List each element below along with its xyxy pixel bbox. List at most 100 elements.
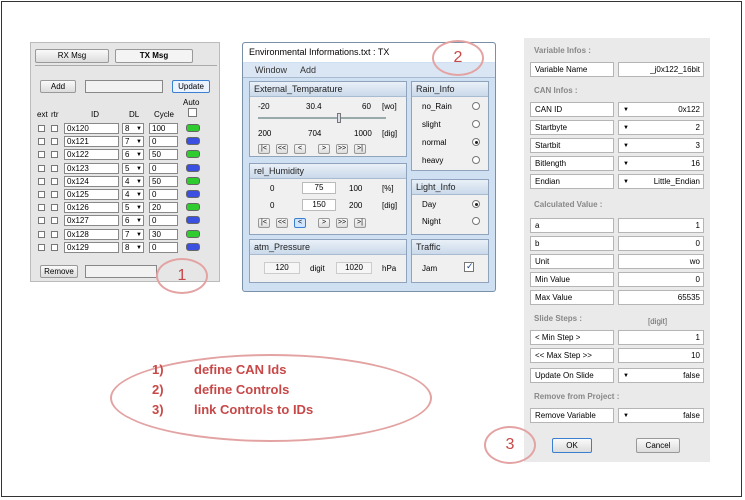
status-led[interactable]: [186, 203, 200, 212]
id-field[interactable]: 0x128: [64, 228, 119, 240]
status-led[interactable]: [186, 163, 200, 172]
remove-button[interactable]: Remove: [40, 265, 78, 278]
slide-step-1-value[interactable]: 10: [618, 348, 704, 363]
ext-temp-nav-button[interactable]: >>: [336, 144, 348, 154]
rain-radio[interactable]: [472, 138, 480, 146]
ok-button[interactable]: OK: [552, 438, 592, 453]
ext-checkbox[interactable]: [38, 243, 45, 251]
id-field[interactable]: 0x129: [64, 241, 119, 253]
dl-select[interactable]: 8 ▼: [122, 241, 144, 253]
ext-checkbox[interactable]: [38, 177, 45, 185]
id-field[interactable]: 0x125: [64, 189, 119, 200]
add-id-input[interactable]: [85, 80, 163, 93]
rel-hum-dig-value[interactable]: 150: [302, 199, 336, 211]
rel-hum-nav-button[interactable]: >: [318, 218, 330, 228]
status-led[interactable]: [186, 216, 200, 225]
ext-checkbox[interactable]: [38, 230, 45, 238]
status-led[interactable]: [186, 229, 200, 238]
rel-hum-nav-button[interactable]: >>: [336, 218, 348, 228]
id-field[interactable]: 0x123: [64, 162, 119, 174]
light-radio[interactable]: [472, 217, 480, 225]
remove-variable-value[interactable]: false ▼: [618, 408, 704, 423]
id-field[interactable]: 0x120: [64, 123, 119, 134]
traffic-jam-checkbox[interactable]: ✓: [464, 261, 474, 272]
dl-select[interactable]: 7 ▼: [122, 228, 144, 240]
cycle-field[interactable]: 20: [149, 202, 178, 214]
tab-rx-msg[interactable]: RX Msg: [35, 49, 109, 63]
dl-select[interactable]: 4 ▼: [122, 175, 144, 187]
calc-a-value[interactable]: 1: [618, 218, 704, 233]
status-led[interactable]: [186, 176, 200, 185]
rtr-checkbox[interactable]: [51, 125, 58, 132]
id-field[interactable]: 0x122: [64, 149, 119, 161]
cycle-field[interactable]: 50: [149, 149, 178, 161]
remove-id-input[interactable]: [85, 265, 157, 278]
id-field[interactable]: 0x126: [64, 202, 119, 214]
slide-step-0-value[interactable]: 1: [618, 330, 704, 345]
id-field[interactable]: 0x121: [64, 136, 119, 148]
rtr-checkbox[interactable]: [51, 217, 58, 225]
update-on-slide-value[interactable]: false ▼: [618, 368, 704, 383]
can-endian-value[interactable]: Little_Endian ▼: [618, 174, 704, 189]
can-bitlength-value[interactable]: 16 ▼: [618, 156, 704, 171]
menu-window[interactable]: Window: [255, 65, 287, 75]
calc-b-value[interactable]: 0: [618, 236, 704, 251]
cycle-field[interactable]: 0: [149, 215, 178, 227]
ext-temp-slider-track[interactable]: [258, 117, 386, 119]
rtr-checkbox[interactable]: [51, 204, 58, 212]
dl-select[interactable]: 7 ▼: [122, 136, 144, 148]
can-startbit-value[interactable]: 3 ▼: [618, 138, 704, 153]
calc-max-value-value[interactable]: 65535: [618, 290, 704, 305]
cycle-field[interactable]: 50: [149, 175, 178, 187]
ext-temp-slider-thumb[interactable]: [336, 113, 341, 123]
cycle-field[interactable]: 0: [149, 189, 178, 200]
cycle-field[interactable]: 0: [149, 162, 178, 174]
rtr-checkbox[interactable]: [51, 177, 58, 185]
status-led[interactable]: [186, 190, 200, 198]
rel-hum-nav-button[interactable]: <<: [276, 218, 288, 228]
rain-radio[interactable]: [472, 102, 480, 110]
dl-select[interactable]: 8 ▼: [122, 123, 144, 134]
auto-checkbox[interactable]: [188, 108, 197, 117]
dl-select[interactable]: 5 ▼: [122, 162, 144, 174]
cancel-button[interactable]: Cancel: [636, 438, 680, 453]
rain-radio[interactable]: [472, 156, 480, 164]
ext-temp-nav-button[interactable]: <: [294, 144, 306, 154]
cycle-field[interactable]: 0: [149, 136, 178, 148]
add-button[interactable]: Add: [40, 80, 76, 93]
rel-hum-nav-button[interactable]: |<: [258, 218, 270, 228]
rtr-checkbox[interactable]: [51, 191, 58, 198]
dl-select[interactable]: 6 ▼: [122, 215, 144, 227]
cycle-field[interactable]: 0: [149, 241, 178, 253]
ext-temp-nav-button[interactable]: >|: [354, 144, 366, 154]
status-led[interactable]: [186, 150, 200, 159]
ext-checkbox[interactable]: [38, 138, 45, 146]
dl-select[interactable]: 5 ▼: [122, 202, 144, 214]
ext-checkbox[interactable]: [38, 151, 45, 159]
status-led[interactable]: [186, 242, 200, 251]
calc-min-value-value[interactable]: 0: [618, 272, 704, 287]
dl-select[interactable]: 4 ▼: [122, 189, 144, 200]
ext-temp-nav-button[interactable]: <<: [276, 144, 288, 154]
id-field[interactable]: 0x124: [64, 175, 119, 187]
light-radio[interactable]: [472, 200, 480, 208]
rtr-checkbox[interactable]: [51, 151, 58, 159]
ext-checkbox[interactable]: [38, 217, 45, 225]
can-startbyte-value[interactable]: 2 ▼: [618, 120, 704, 135]
menu-add[interactable]: Add: [300, 65, 316, 75]
rel-hum-value[interactable]: 75: [302, 182, 336, 194]
dl-select[interactable]: 6 ▼: [122, 149, 144, 161]
rel-hum-nav-button[interactable]: >|: [354, 218, 366, 228]
rtr-checkbox[interactable]: [51, 138, 58, 146]
rain-radio[interactable]: [472, 120, 480, 128]
status-led[interactable]: [186, 124, 200, 132]
ext-checkbox[interactable]: [38, 125, 45, 132]
ext-checkbox[interactable]: [38, 204, 45, 212]
tab-tx-msg[interactable]: TX Msg: [115, 49, 193, 63]
update-button[interactable]: Update: [172, 80, 210, 93]
rtr-checkbox[interactable]: [51, 243, 58, 251]
variable-name-value[interactable]: _j0x122_16bit: [618, 62, 704, 77]
rtr-checkbox[interactable]: [51, 164, 58, 172]
id-field[interactable]: 0x127: [64, 215, 119, 227]
can-can-id-value[interactable]: 0x122 ▼: [618, 102, 704, 117]
